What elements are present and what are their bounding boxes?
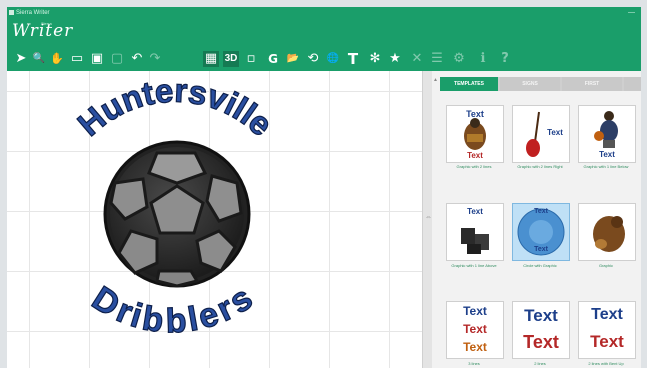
template-text-line: Text	[599, 150, 615, 159]
3d-view-icon[interactable]: 3D	[223, 51, 239, 67]
list-icon[interactable]: ☰	[429, 51, 445, 67]
template-tile[interactable]: Text Text	[446, 105, 504, 163]
network-icon[interactable]: ✻	[367, 51, 383, 67]
soccer-ball-graphic	[103, 140, 251, 288]
help-icon[interactable]: ?	[497, 51, 513, 67]
redo-icon[interactable]: ↷	[147, 51, 163, 67]
star-icon[interactable]: ★	[387, 51, 403, 67]
template-text-line: Text	[467, 151, 483, 160]
frame-icon[interactable]: ▫	[243, 51, 259, 67]
scroll-left-icon[interactable]: ▲	[433, 77, 438, 83]
app-icon	[9, 10, 14, 15]
template-text-line: Text	[523, 332, 559, 352]
tab-templates[interactable]: TEMPLATES	[440, 77, 498, 91]
animal-graphic	[593, 216, 625, 252]
template-caption: Graphic	[598, 263, 613, 268]
template-text-line: Text	[534, 246, 548, 253]
tab-more[interactable]	[624, 77, 641, 91]
template-caption: Graphic with 2 lines	[456, 164, 492, 169]
template-caption: Graphic with 1 line Below	[583, 164, 629, 169]
g-icon[interactable]: G	[265, 51, 281, 67]
monitor-alt-icon[interactable]: ▣	[89, 51, 105, 67]
template-text-line: Text	[463, 340, 487, 354]
template-tile[interactable]: Text	[446, 203, 504, 261]
app-logo: Writer	[12, 21, 74, 41]
globe-icon[interactable]: 🌐	[325, 51, 341, 67]
template-tile[interactable]	[578, 203, 636, 261]
refresh-icon[interactable]: ⟲	[305, 51, 321, 67]
template-text-line: Text	[590, 332, 624, 351]
design-top-text[interactable]: Huntersville	[70, 71, 281, 144]
zoom-icon[interactable]: 🔍	[31, 51, 47, 67]
template-text-line: Text	[547, 128, 563, 137]
template-tile[interactable]: Text Text	[512, 301, 570, 359]
template-text-line: Text	[463, 304, 487, 318]
template-text-line: Text	[524, 306, 558, 325]
template-caption: Graphic with 2 lines Right	[517, 164, 563, 169]
design-bottom-text[interactable]: Dribblers	[85, 279, 260, 342]
template-caption: Circle with Graphic	[523, 263, 557, 268]
design-canvas[interactable]: Huntersville Dribblers	[7, 71, 422, 368]
template-text-line: Text	[534, 208, 548, 215]
template-text-line: Text	[591, 306, 623, 323]
hoop-icon[interactable]: ▢	[109, 51, 125, 67]
info-icon[interactable]: ℹ	[475, 51, 491, 67]
template-caption: Graphic with 1 line Above	[451, 263, 497, 268]
embroidery-design[interactable]: Huntersville Dribblers	[7, 71, 422, 368]
design-bottom-textpath: Dribblers	[85, 279, 260, 342]
close-icon[interactable]: ✕	[409, 51, 425, 67]
gift-boxes-graphic	[461, 228, 489, 254]
monitor-icon[interactable]: ▭	[69, 51, 85, 67]
pan-hand-icon[interactable]: ✋	[49, 51, 65, 67]
text-icon[interactable]: T	[345, 51, 361, 67]
settings-icon[interactable]: ⚙	[451, 51, 467, 67]
minimize-button[interactable]: —	[628, 9, 635, 16]
template-tile[interactable]: Text Text	[578, 301, 636, 359]
folder-icon[interactable]: 📂	[285, 51, 301, 67]
template-caption: 2 lines	[534, 361, 546, 366]
templates-panel: ▲ TEMPLATES SIGNS FIRST Text Text Graphi…	[432, 71, 641, 368]
main-toolbar: ➤ 🔍 ✋ ▭ ▣ ▢ ↶ ↷ ▦ 3D ▫ G 📂 ⟲ 🌐 T ✻ ★ ✕ ☰…	[7, 49, 641, 71]
select-arrow-icon[interactable]: ➤	[13, 51, 29, 67]
tab-signs[interactable]: SIGNS	[500, 77, 560, 91]
title-bar: Sierra Writer —	[7, 7, 641, 19]
template-tile[interactable]: Text	[578, 105, 636, 163]
template-tile[interactable]: Text	[512, 105, 570, 163]
undo-icon[interactable]: ↶	[129, 51, 145, 67]
tab-first[interactable]: FIRST	[562, 77, 622, 91]
app-header: Sierra Writer	[7, 19, 641, 49]
grid-icon[interactable]: ▦	[203, 51, 219, 67]
panel-tabs: TEMPLATES SIGNS FIRST	[440, 77, 641, 91]
template-tile[interactable]: Text Text Text	[446, 301, 504, 359]
template-tile-selected[interactable]: Text Text	[512, 203, 570, 261]
template-caption: 3 lines	[468, 361, 480, 366]
template-caption: 2 lines with Bent Up	[588, 361, 624, 366]
window-title: Sierra Writer	[16, 10, 50, 16]
design-top-textpath: Huntersville	[70, 71, 281, 144]
template-text-line: Text	[463, 322, 487, 336]
splitter-grip-icon[interactable]: ⇔	[425, 214, 432, 221]
app-window: Sierra Writer — Sierra Writer ➤ 🔍 ✋ ▭ ▣ …	[7, 7, 641, 368]
